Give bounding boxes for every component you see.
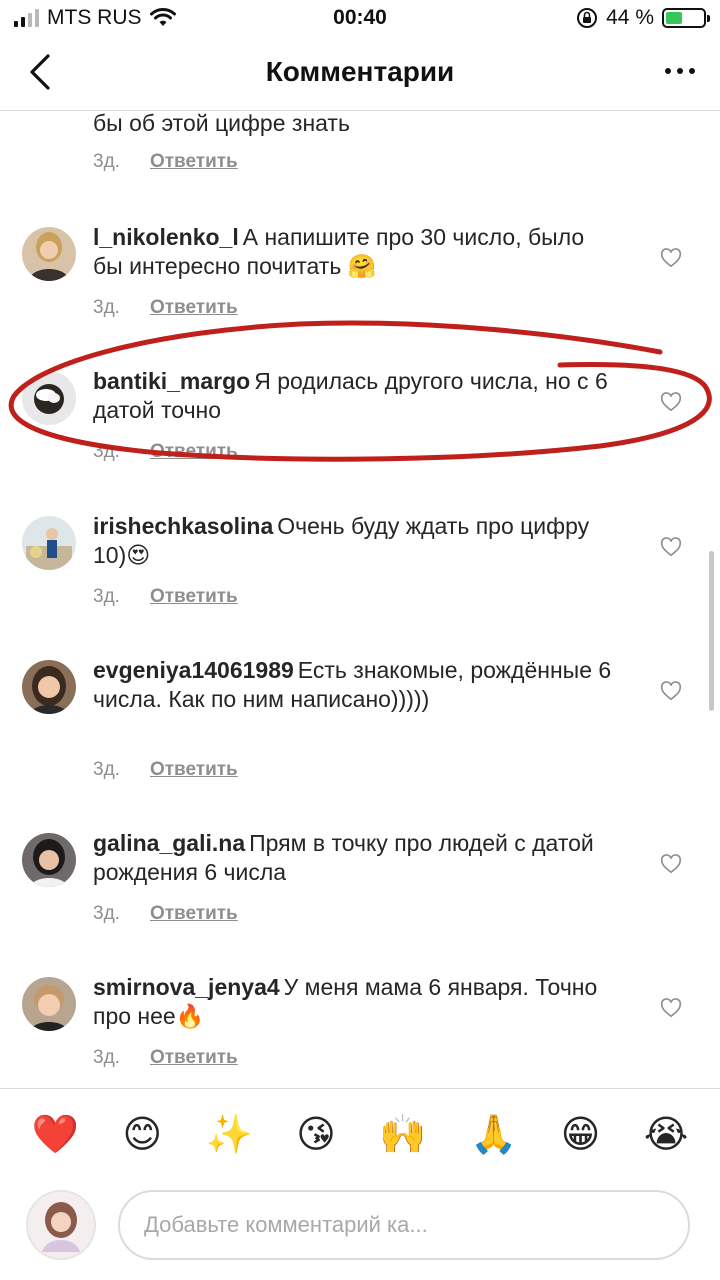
comment-body: bantiki_margo Я родилась другого числа, н… bbox=[93, 367, 613, 425]
heart-icon bbox=[660, 392, 682, 412]
comment-meta: 3д. Ответить bbox=[93, 586, 238, 608]
comment-time: 3д. bbox=[93, 586, 120, 607]
like-button[interactable] bbox=[660, 536, 682, 558]
comment-username[interactable]: l_nikolenko_l bbox=[93, 224, 239, 250]
reply-button[interactable]: Ответить bbox=[150, 586, 238, 608]
reply-button[interactable]: Ответить bbox=[150, 759, 238, 781]
reply-button[interactable]: Ответить bbox=[150, 151, 238, 173]
comment-body: evgeniya14061989 Есть знакомые, рождённые… bbox=[93, 656, 613, 714]
emoji-heart-button[interactable]: ❤️ bbox=[32, 1112, 79, 1156]
comment-meta: 3д. Ответить bbox=[93, 903, 238, 925]
like-button[interactable] bbox=[660, 853, 682, 875]
status-bar: MTS RUS 00:40 44 % bbox=[0, 0, 720, 40]
avatar[interactable] bbox=[22, 660, 76, 714]
comment-text: бы об этой цифре знать bbox=[93, 111, 350, 136]
reply-button[interactable]: Ответить bbox=[150, 1047, 238, 1069]
heart-icon bbox=[660, 998, 682, 1018]
more-horizontal-icon bbox=[665, 68, 695, 74]
comment-username[interactable]: bantiki_margo bbox=[93, 368, 250, 394]
scroll-indicator[interactable] bbox=[709, 551, 714, 711]
like-button[interactable] bbox=[660, 247, 682, 269]
chevron-left-icon bbox=[30, 54, 50, 90]
comment-meta: 3д. Ответить bbox=[93, 1047, 238, 1069]
comment-input-wrapper bbox=[118, 1190, 690, 1260]
heart-icon bbox=[660, 854, 682, 874]
avatar[interactable] bbox=[22, 516, 76, 570]
comment-body: irishechkasolina Очень буду ждать про циф… bbox=[93, 512, 613, 570]
comment-meta: 3д. Ответить bbox=[93, 759, 238, 781]
comment-username[interactable]: evgeniya14061989 bbox=[93, 657, 294, 683]
emoji-cry-button[interactable]: 😭 bbox=[644, 1112, 688, 1156]
heart-icon bbox=[660, 537, 682, 557]
comment-time: 3д. bbox=[93, 759, 120, 780]
battery-label: 44 % bbox=[606, 6, 654, 29]
comment-body: smirnova_jenya4 У меня мама 6 января. Точ… bbox=[93, 973, 613, 1031]
emoji-smile-button[interactable]: 😊 bbox=[122, 1112, 162, 1156]
reply-button[interactable]: Ответить bbox=[150, 441, 238, 463]
emoji-grin-button[interactable]: 😁 bbox=[561, 1112, 601, 1156]
comment-meta: 3д. Ответить bbox=[93, 151, 238, 173]
reply-button[interactable]: Ответить bbox=[150, 903, 238, 925]
more-button[interactable] bbox=[660, 56, 700, 86]
page-title: Комментарии bbox=[265, 56, 455, 87]
comment-meta: 3д. Ответить bbox=[93, 297, 238, 319]
back-button[interactable] bbox=[22, 50, 62, 94]
like-button[interactable] bbox=[660, 391, 682, 413]
comment-meta: 3д. Ответить bbox=[93, 441, 238, 463]
my-avatar[interactable] bbox=[26, 1190, 96, 1260]
comment-time: 3д. bbox=[93, 903, 120, 924]
comment-input[interactable] bbox=[142, 1192, 686, 1258]
heart-icon bbox=[660, 248, 682, 268]
comments-list[interactable]: бы об этой цифре знать 3д. Ответить l_ni… bbox=[0, 111, 720, 1087]
like-button[interactable] bbox=[660, 997, 682, 1019]
reply-button[interactable]: Ответить bbox=[150, 297, 238, 319]
comment-time: 3д. bbox=[93, 1047, 120, 1068]
like-button[interactable] bbox=[660, 680, 682, 702]
emoji-pray-button[interactable]: 🙏 bbox=[470, 1112, 517, 1156]
comment-username[interactable]: galina_gali.na bbox=[93, 830, 245, 856]
emoji-sparkles-button[interactable]: ✨ bbox=[206, 1112, 253, 1156]
comment-time: 3д. bbox=[93, 151, 120, 172]
avatar[interactable] bbox=[22, 833, 76, 887]
battery-icon bbox=[662, 8, 710, 28]
status-right: 44 % bbox=[576, 6, 710, 30]
nav-bar: Комментарии bbox=[0, 40, 720, 111]
heart-icon bbox=[660, 681, 682, 701]
avatar[interactable] bbox=[22, 371, 76, 425]
emoji-bar: ❤️ 😊 ✨ 😘 🙌 🙏 😁 😭 bbox=[0, 1088, 720, 1178]
comment-body: l_nikolenko_l А напишите про 30 число, бы… bbox=[93, 223, 613, 281]
comment-composer bbox=[0, 1180, 720, 1280]
comment-username[interactable]: smirnova_jenya4 bbox=[93, 974, 280, 1000]
emoji-raised-hands-button[interactable]: 🙌 bbox=[379, 1112, 426, 1156]
avatar[interactable] bbox=[22, 977, 76, 1031]
avatar[interactable] bbox=[22, 227, 76, 281]
comment-time: 3д. bbox=[93, 297, 120, 318]
emoji-kiss-button[interactable]: 😘 bbox=[296, 1112, 336, 1156]
comment-username[interactable]: irishechkasolina bbox=[93, 513, 273, 539]
comment-body: galina_gali.na Прям в точку про людей с д… bbox=[93, 829, 613, 887]
comment-time: 3д. bbox=[93, 441, 120, 462]
rotation-lock-icon bbox=[577, 8, 598, 28]
